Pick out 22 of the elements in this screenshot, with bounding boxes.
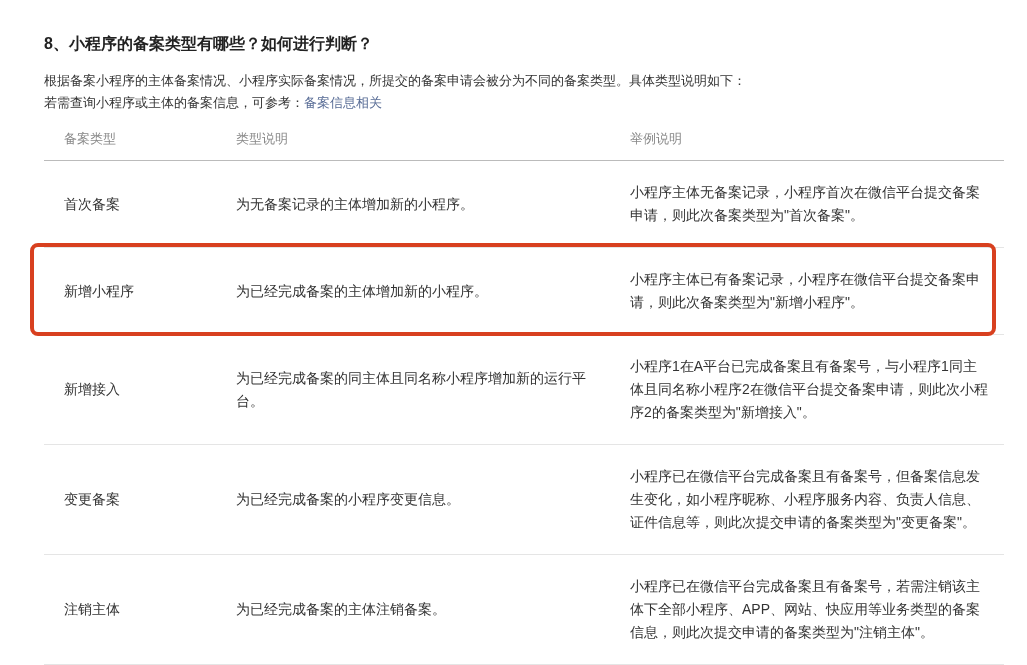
intro-text: 根据备案小程序的主体备案情况、小程序实际备案情况，所提交的备案申请会被分为不同的备案类型。具体类型说明如下： xyxy=(44,72,747,90)
reference-link[interactable]: 备案信息相关 xyxy=(304,95,382,110)
column-header: 举例说明 xyxy=(629,130,683,148)
reference-text: 若需查询小程序或主体的备案信息，可参考： xyxy=(44,95,304,110)
table-cell-text: 为无备案记录的主体增加新的小程序。 xyxy=(235,194,475,214)
table-cell-text: 为已经完成备案的主体注销备案。 xyxy=(235,600,447,619)
section-heading: 8、小程序的备案类型有哪些？如何进行判断？ xyxy=(44,34,374,54)
table-cell-text: 小程序主体已有备案记录，小程序在微信平台提交备案申请，则此次备案类型为"新增小程序"。 xyxy=(629,270,981,312)
table-cell-text: 首次备案 xyxy=(63,194,121,214)
table-cell-text: 小程序1在A平台已完成备案且有备案号，与小程序1同主体且同名称小程序2在微信平台提交备案申请，则此次小程序2的备案类型为"新增接入"。 xyxy=(629,357,989,422)
table-cell-text: 变更备案 xyxy=(63,490,121,509)
table-cell-text: 小程序主体无备案记录，小程序首次在微信平台提交备案申请，则此次备案类型为"首次备案"。 xyxy=(629,183,981,225)
table-cell-text: 注销主体 xyxy=(63,600,121,619)
table-cell-text: 新增小程序 xyxy=(63,281,135,301)
table-cell-text: 小程序已在微信平台完成备案且有备案号，但备案信息发生变化，如小程序昵称、小程序服务内容、负责人信息、证件信息等，则此次提交申请的备案类型为"变更备案"。 xyxy=(629,467,981,532)
column-header: 类型说明 xyxy=(235,130,289,148)
column-header: 备案类型 xyxy=(63,130,117,148)
table-cell-text: 小程序已在微信平台完成备案且有备案号，若需注销该主体下全部小程序、APP、网站、快应用等业务类型的备案信息，则此次提交申请的备案类型为"注销主体"。 xyxy=(629,577,981,642)
table-cell-text: 为已经完成备案的小程序变更信息。 xyxy=(235,490,461,509)
table-cell-text: 为已经完成备案的同主体且同名称小程序增加新的运行平台。 xyxy=(235,368,587,411)
table-cell-text: 为已经完成备案的主体增加新的小程序。 xyxy=(235,281,489,301)
table-cell-text: 新增接入 xyxy=(63,380,121,399)
